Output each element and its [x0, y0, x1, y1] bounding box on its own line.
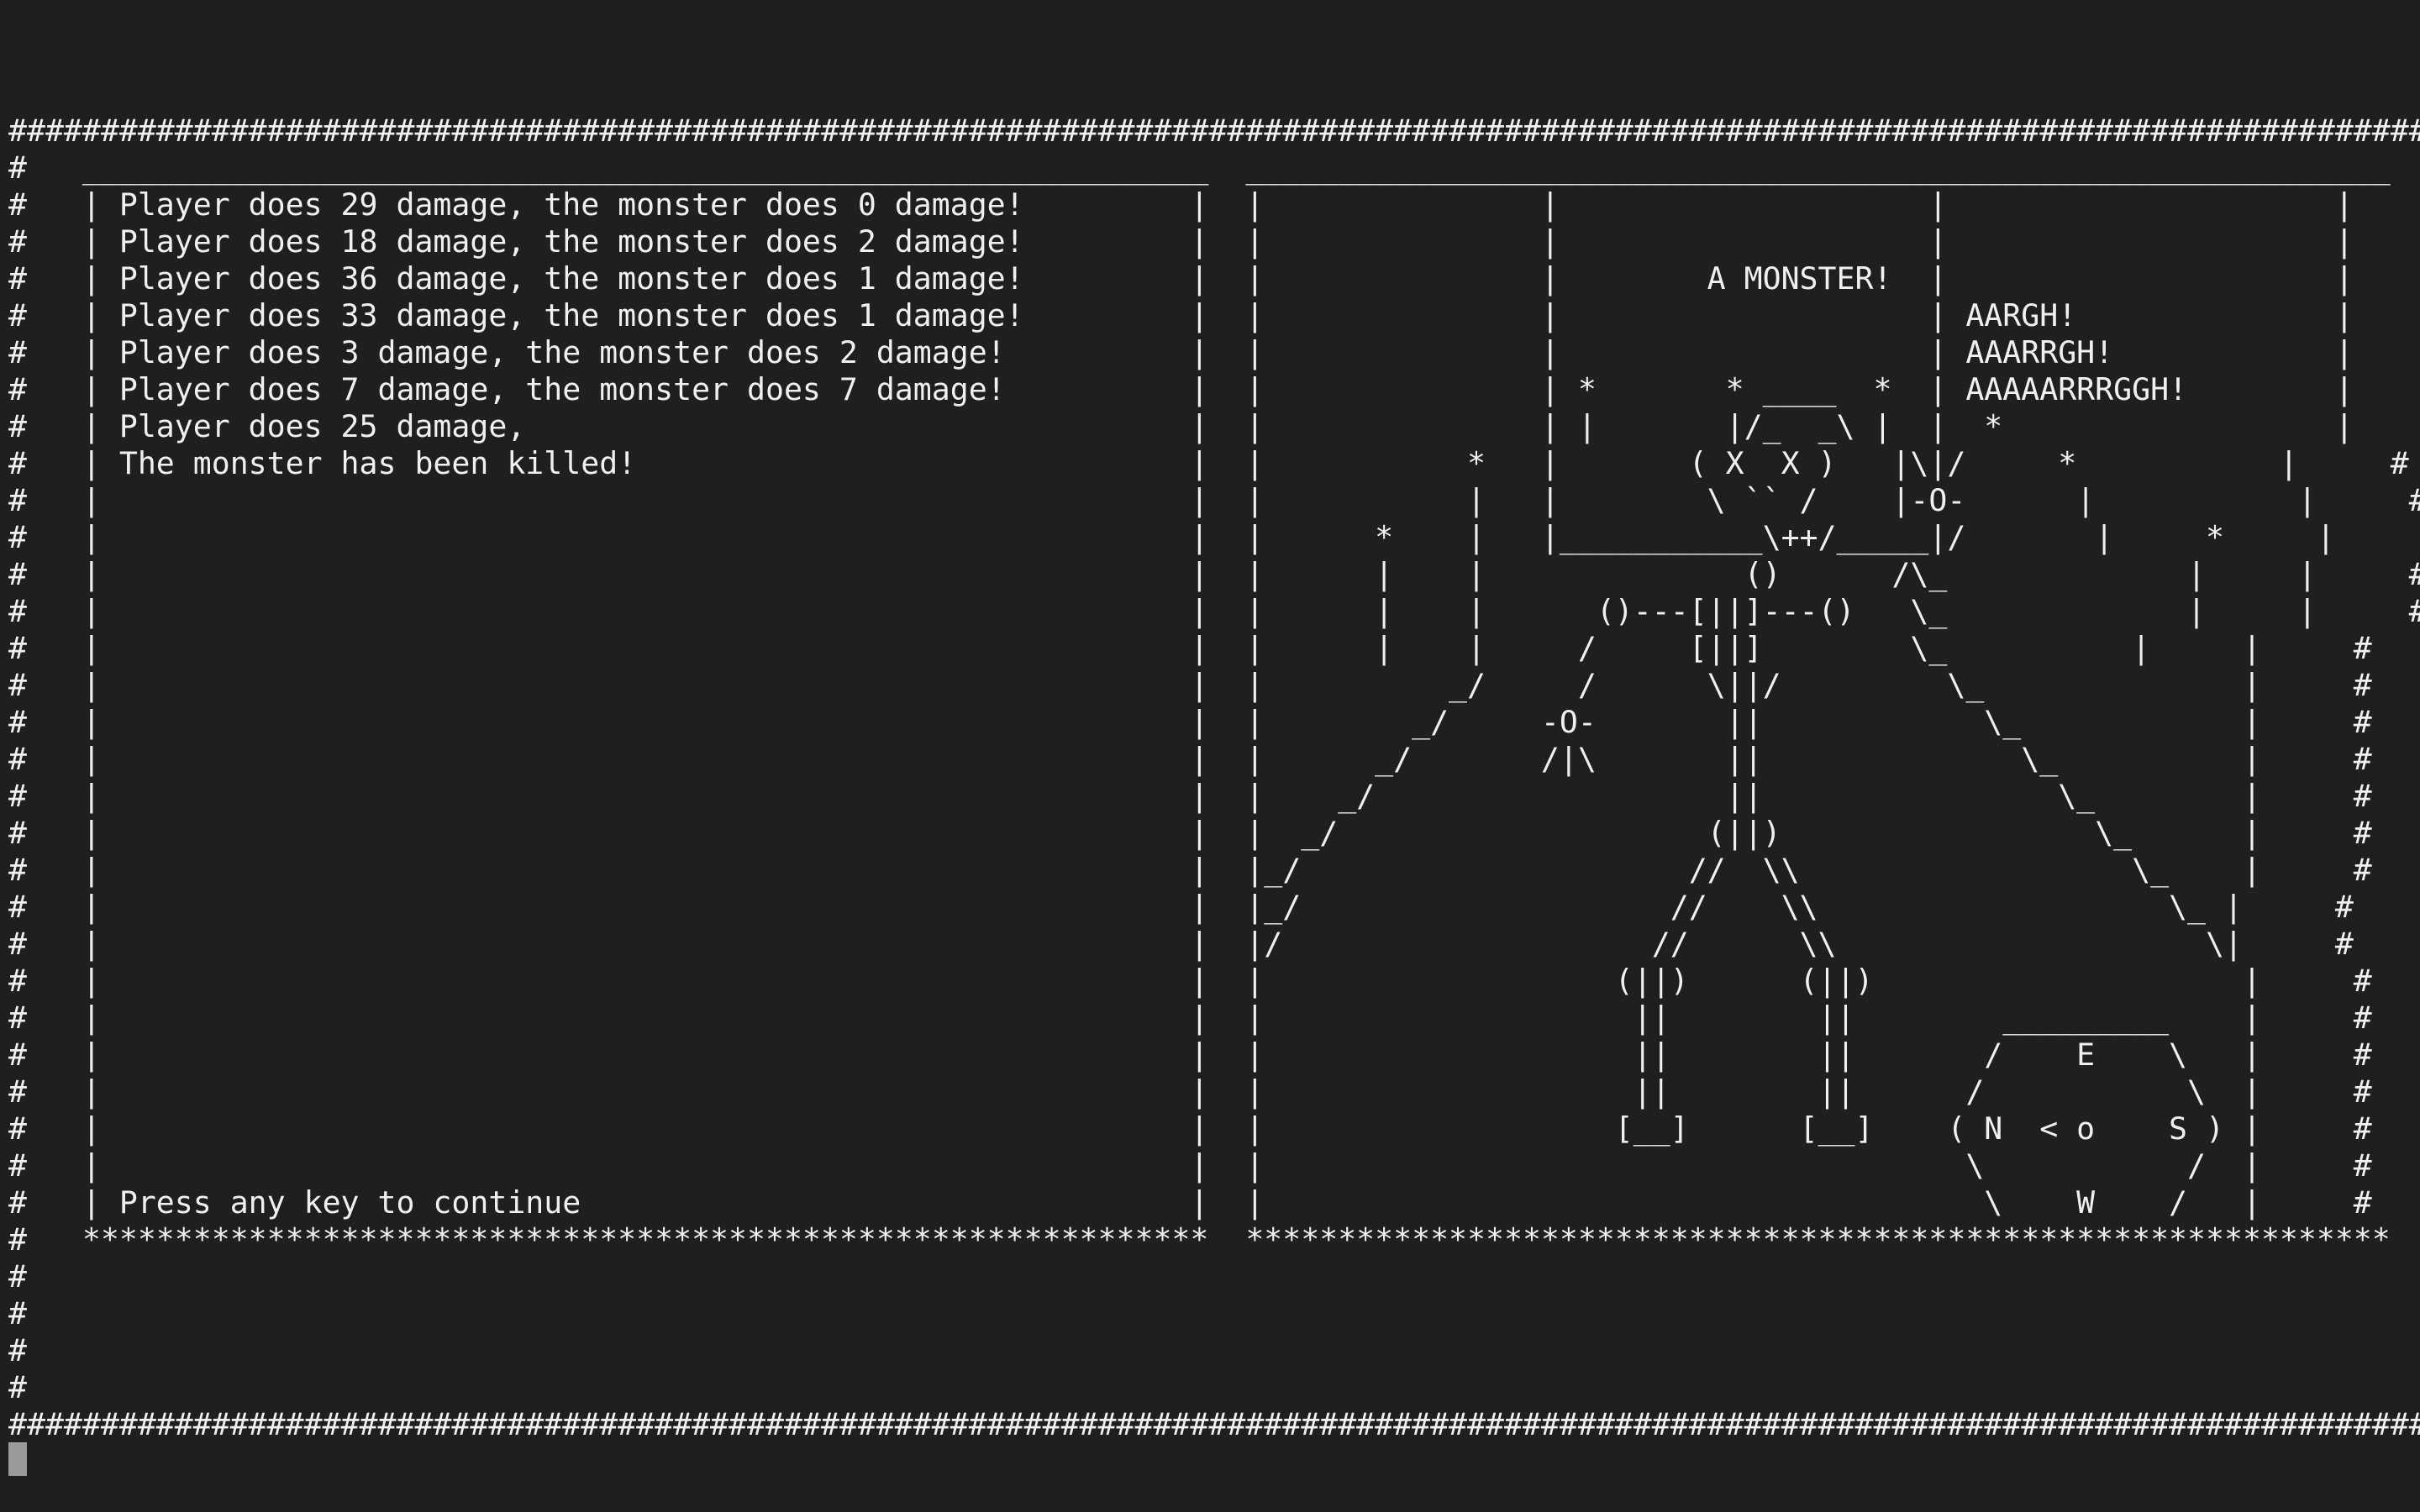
art-row: # | | | (||) (||) | #	[8, 963, 2372, 999]
art-row: # | | | * | |___________\++/_____|/ | * …	[8, 519, 2420, 555]
log-line-1: # | Player does 29 damage, the monster d…	[8, 186, 2420, 223]
panels-top-edge: # ______________________________________…	[8, 150, 2420, 186]
top-border: ########################################…	[8, 113, 2420, 149]
log-line-3-monster-title: # | Player does 36 damage, the monster d…	[8, 260, 2420, 297]
continue-prompt-row: # | Press any key to continue | | \ W / …	[8, 1184, 2372, 1221]
empty-row: # #	[8, 1295, 2420, 1331]
log-line-4-aargh: # | Player does 33 damage, the monster d…	[8, 297, 2420, 333]
log-line-7: # | Player does 25 damage, | | | | |/_ _…	[8, 408, 2420, 444]
log-line-5-aaarrgh: # | Player does 3 damage, the monster do…	[8, 334, 2420, 370]
art-row: # | | |_/ // \\ \_ | #	[8, 889, 2354, 925]
art-row: # | | | | | ()---[||]---() \_ | | #	[8, 593, 2420, 629]
art-row: # | | |/ // \\ \| #	[8, 926, 2354, 962]
art-row: # | | | _/ || \_ | #	[8, 778, 2372, 814]
compass-row: # | | | \ / | #	[8, 1147, 2372, 1184]
panels-bottom-edge: # **************************************…	[8, 1221, 2420, 1257]
terminal-cursor[interactable]	[8, 1442, 27, 1476]
art-row: # | | | | | / [||] \_ | | #	[8, 630, 2372, 666]
log-line-2: # | Player does 18 damage, the monster d…	[8, 223, 2420, 260]
art-row: # | | | _/ (||) \_ | #	[8, 815, 2372, 851]
compass-north-south: # | | | [__] [__] ( N < o S ) | #	[8, 1110, 2372, 1147]
art-row: # | | | _/ / \||/ \_ | #	[8, 667, 2372, 703]
compass-east: # | | | || || / E \ | #	[8, 1037, 2372, 1073]
art-row: # | | | | | () /\_ | | #	[8, 556, 2420, 592]
compass-row: # | | | || || / \ | #	[8, 1074, 2372, 1110]
art-row: # | | | _/ /|\ || \_ | #	[8, 741, 2372, 777]
art-row: # | | |_/ // \\ \_ | #	[8, 852, 2372, 888]
art-row: # | | | _/ -O- || \_ | #	[8, 704, 2372, 740]
art-row: # | | | | | \ `` / |-O- | | #	[8, 482, 2420, 518]
empty-row: # #	[8, 1258, 2420, 1294]
compass-top: # | | | || || _________ | #	[8, 1000, 2372, 1036]
bottom-border: ########################################…	[8, 1406, 2420, 1442]
log-line-8-killed: # | The monster has been killed! | | * |…	[8, 445, 2409, 481]
empty-row: # #	[8, 1369, 2420, 1405]
terminal-screen: ########################################…	[8, 113, 2420, 1443]
empty-row: # #	[8, 1332, 2420, 1368]
log-line-6-aaaaarrrggh: # | Player does 7 damage, the monster do…	[8, 371, 2420, 407]
